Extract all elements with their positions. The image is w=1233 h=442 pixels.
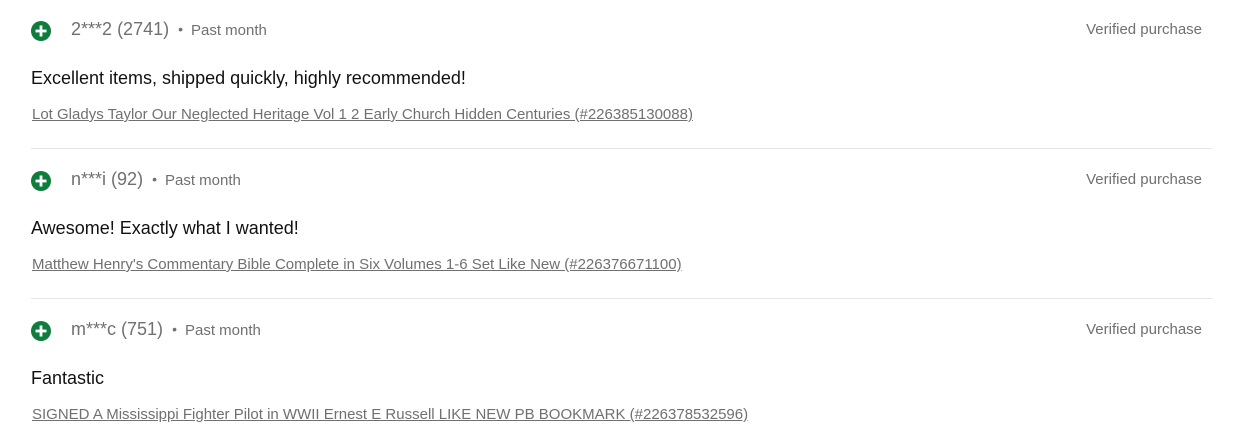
separator-dot: • xyxy=(152,171,157,187)
reviewer-score: (2741) xyxy=(117,19,170,39)
separator-dot: • xyxy=(172,321,177,337)
item-link[interactable]: SIGNED A Mississippi Fighter Pilot in WW… xyxy=(32,406,748,424)
verified-purchase-badge: Verified purchase xyxy=(1086,21,1202,38)
review-comment: Excellent items, shipped quickly, highly… xyxy=(31,68,466,88)
verified-purchase-badge: Verified purchase xyxy=(1086,171,1202,188)
separator-dot: • xyxy=(178,21,183,37)
review-period: Past month xyxy=(164,172,241,189)
reviewer-name[interactable]: n***i xyxy=(71,169,106,189)
review-period: Past month xyxy=(191,22,267,39)
feedback-item: m***c (751) • Past month Verified purchase… xyxy=(0,300,1233,442)
review-comment: Awesome! Exactly what I wanted! xyxy=(31,218,299,238)
divider xyxy=(31,298,1212,299)
divider xyxy=(31,148,1212,149)
plus-circle-icon xyxy=(31,171,51,191)
plus-circle-icon xyxy=(31,321,51,341)
plus-circle-icon xyxy=(31,21,51,41)
reviewer-name[interactable]: 2***2 xyxy=(71,19,112,39)
reviewer-info: n***i (92) • Past month xyxy=(71,169,241,191)
review-period: Past month xyxy=(184,322,261,339)
feedback-list: 2***2 (2741) • Past month Verified purchas… xyxy=(0,0,1233,442)
feedback-item: 2***2 (2741) • Past month Verified purchas… xyxy=(0,0,1233,150)
reviewer-info: m***c (751) • Past month xyxy=(71,319,261,341)
item-link[interactable]: Lot Gladys Taylor Our Neglected Heritage… xyxy=(32,106,693,124)
reviewer-score: (92) xyxy=(111,169,144,189)
reviewer-info: 2***2 (2741) • Past month xyxy=(71,19,267,41)
item-link[interactable]: Matthew Henry's Commentary Bible Complet… xyxy=(32,256,682,274)
feedback-item: n***i (92) • Past month Verified purchase … xyxy=(0,150,1233,300)
verified-purchase-badge: Verified purchase xyxy=(1086,321,1202,338)
review-comment: Fantastic xyxy=(31,368,105,388)
reviewer-score: (751) xyxy=(121,319,164,339)
reviewer-name[interactable]: m***c xyxy=(71,319,116,339)
